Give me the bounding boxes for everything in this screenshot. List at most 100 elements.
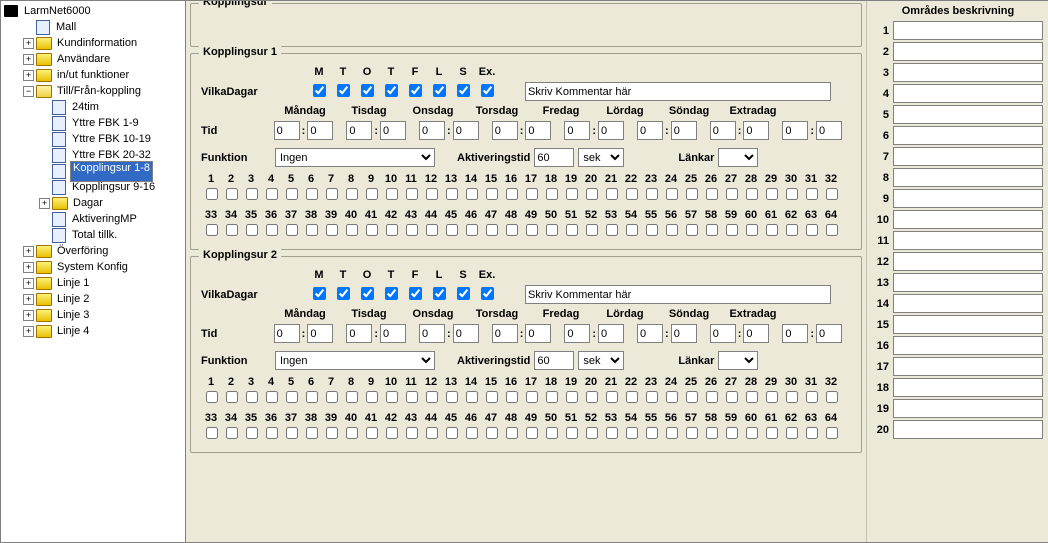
day-checkbox[interactable] [337,84,350,97]
comment-input[interactable] [525,285,831,304]
expand-icon[interactable]: + [23,70,34,81]
zone-checkbox[interactable] [326,427,338,439]
zone-checkbox[interactable] [466,188,478,200]
zone-checkbox[interactable] [346,391,358,403]
zone-checkbox[interactable] [246,391,258,403]
funktion-select[interactable]: Ingen [275,351,435,370]
desc-input[interactable] [893,42,1043,61]
desc-input[interactable] [893,315,1043,334]
zone-checkbox[interactable] [666,188,678,200]
zone-checkbox[interactable] [266,188,278,200]
zone-checkbox[interactable] [566,224,578,236]
zone-checkbox[interactable] [646,391,658,403]
zone-checkbox[interactable] [826,224,838,236]
zone-checkbox[interactable] [586,427,598,439]
tree-item[interactable]: + System Konfig [3,259,183,275]
zone-checkbox[interactable] [346,224,358,236]
zone-checkbox[interactable] [646,224,658,236]
zone-checkbox[interactable] [366,188,378,200]
aktiveringstid-input[interactable] [534,351,574,370]
zone-checkbox[interactable] [246,188,258,200]
desc-input[interactable] [893,168,1043,187]
tree-item[interactable]: + Linje 4 [3,323,183,339]
time-hour-input[interactable] [782,121,808,140]
desc-input[interactable] [893,252,1043,271]
desc-input[interactable] [893,231,1043,250]
zone-checkbox[interactable] [586,391,598,403]
zone-checkbox[interactable] [466,224,478,236]
time-hour-input[interactable] [710,324,736,343]
zone-checkbox[interactable] [726,224,738,236]
zone-checkbox[interactable] [686,188,698,200]
zone-checkbox[interactable] [486,391,498,403]
tree-item[interactable]: Kopplingsur 9-16 [3,179,183,195]
time-hour-input[interactable] [782,324,808,343]
day-checkbox[interactable] [481,287,494,300]
zone-checkbox[interactable] [466,391,478,403]
zone-checkbox[interactable] [666,427,678,439]
zone-checkbox[interactable] [706,224,718,236]
desc-input[interactable] [893,273,1043,292]
zone-checkbox[interactable] [286,224,298,236]
zone-checkbox[interactable] [586,188,598,200]
zone-checkbox[interactable] [806,427,818,439]
time-min-input[interactable] [380,324,406,343]
time-min-input[interactable] [816,324,842,343]
zone-checkbox[interactable] [566,427,578,439]
zone-checkbox[interactable] [606,427,618,439]
tree-item[interactable]: Kopplingsur 1-8 [3,163,183,179]
time-hour-input[interactable] [637,324,663,343]
zone-checkbox[interactable] [326,391,338,403]
zone-checkbox[interactable] [386,391,398,403]
time-min-input[interactable] [380,121,406,140]
zone-checkbox[interactable] [626,224,638,236]
expand-icon[interactable]: + [39,198,50,209]
zone-checkbox[interactable] [366,391,378,403]
day-checkbox[interactable] [313,287,326,300]
zone-checkbox[interactable] [426,391,438,403]
zone-checkbox[interactable] [286,427,298,439]
time-min-input[interactable] [671,121,697,140]
expand-icon[interactable]: + [23,246,34,257]
time-min-input[interactable] [816,121,842,140]
zone-checkbox[interactable] [306,188,318,200]
day-checkbox[interactable] [409,84,422,97]
expand-icon[interactable]: + [23,294,34,305]
zone-checkbox[interactable] [706,427,718,439]
zone-checkbox[interactable] [286,188,298,200]
zone-checkbox[interactable] [466,427,478,439]
day-checkbox[interactable] [337,287,350,300]
desc-input[interactable] [893,126,1043,145]
zone-checkbox[interactable] [826,427,838,439]
tree-item[interactable]: Yttre FBK 10-19 [3,131,183,147]
zone-checkbox[interactable] [326,224,338,236]
zone-checkbox[interactable] [206,427,218,439]
tree-item[interactable]: + Användare [3,51,183,67]
zone-checkbox[interactable] [826,188,838,200]
zone-checkbox[interactable] [766,188,778,200]
funktion-select[interactable]: Ingen [275,148,435,167]
zone-checkbox[interactable] [686,224,698,236]
zone-checkbox[interactable] [226,391,238,403]
time-hour-input[interactable] [492,324,518,343]
zone-checkbox[interactable] [626,188,638,200]
zone-checkbox[interactable] [766,391,778,403]
zone-checkbox[interactable] [306,427,318,439]
comment-input[interactable] [525,82,831,101]
zone-checkbox[interactable] [546,224,558,236]
zone-checkbox[interactable] [546,427,558,439]
zone-checkbox[interactable] [206,188,218,200]
tree-item[interactable]: + Linje 2 [3,291,183,307]
time-min-input[interactable] [307,324,333,343]
zone-checkbox[interactable] [426,427,438,439]
desc-input[interactable] [893,84,1043,103]
zone-checkbox[interactable] [586,224,598,236]
tree-item[interactable]: + Linje 1 [3,275,183,291]
expand-icon[interactable]: + [23,310,34,321]
zone-checkbox[interactable] [346,188,358,200]
day-checkbox[interactable] [481,84,494,97]
desc-input[interactable] [893,147,1043,166]
zone-checkbox[interactable] [366,427,378,439]
zone-checkbox[interactable] [646,427,658,439]
time-hour-input[interactable] [637,121,663,140]
